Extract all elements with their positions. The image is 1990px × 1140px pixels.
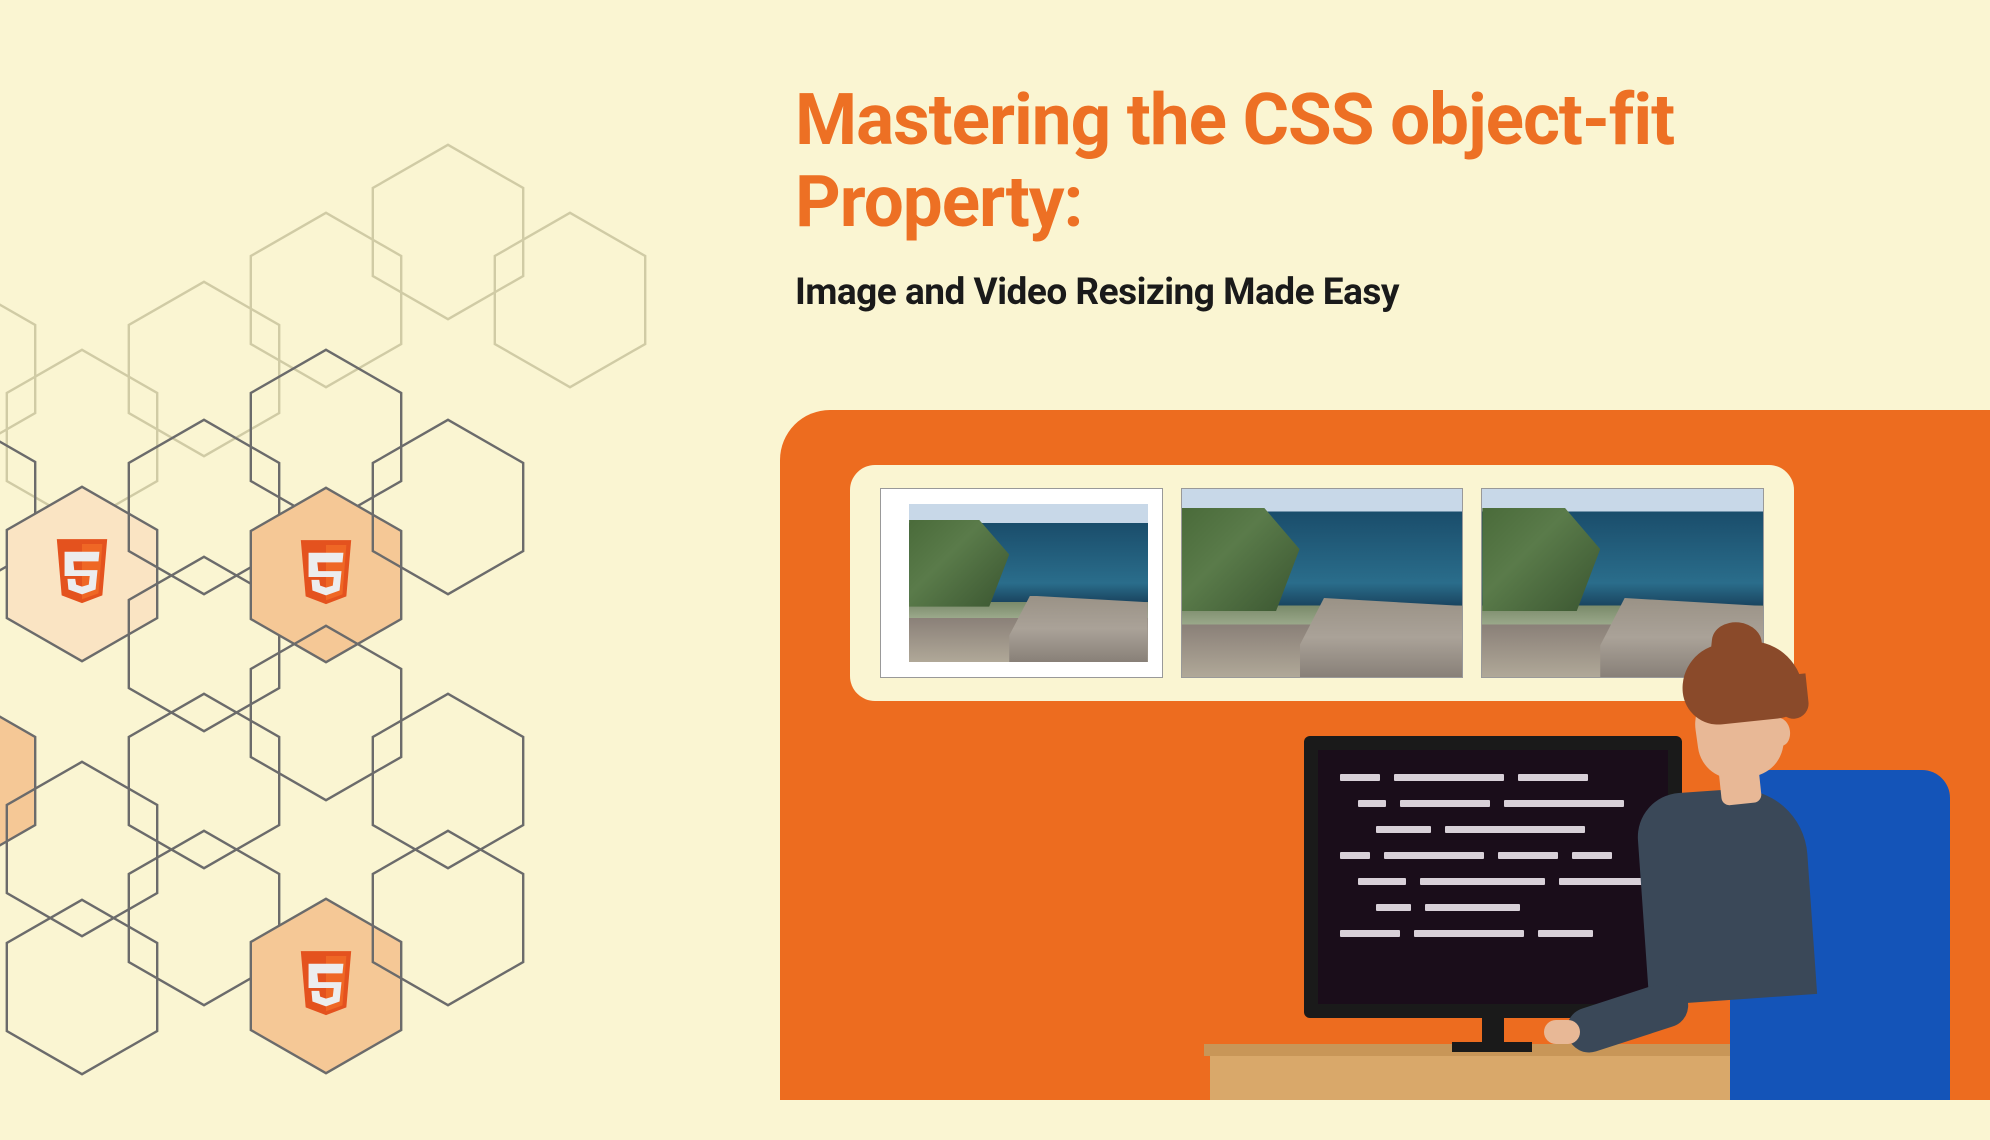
css3-shield-icon (295, 950, 357, 1022)
code-line (1340, 800, 1646, 807)
torso-icon (1635, 784, 1817, 1005)
code-line (1340, 930, 1646, 937)
illustration-panel (780, 410, 1990, 1100)
main-title: Mastering the CSS object-fit Property: (795, 80, 1845, 243)
subtitle: Image and Video Resizing Made Easy (795, 271, 1845, 314)
hexagon-cell (490, 208, 650, 392)
code-line (1340, 904, 1646, 911)
css3-shield-icon (51, 538, 113, 610)
code-line (1340, 878, 1646, 885)
example-thumbnail-contain (880, 488, 1163, 678)
title-block: Mastering the CSS object-fit Property: I… (795, 80, 1845, 314)
hair-icon (1678, 636, 1806, 728)
css3-shield-icon (295, 539, 357, 611)
hexagon-cell (368, 826, 528, 1010)
person-icon (1610, 640, 1950, 1100)
hexagon-cell (368, 415, 528, 599)
hexagon-cell (2, 895, 162, 1079)
hand-icon (1544, 1020, 1580, 1044)
code-line (1340, 852, 1646, 859)
developer-illustration (1210, 620, 1990, 1100)
hexagon-grid (0, 140, 780, 1140)
code-line (1340, 826, 1646, 833)
monitor-stand-icon (1452, 1014, 1532, 1052)
code-line (1340, 774, 1646, 781)
